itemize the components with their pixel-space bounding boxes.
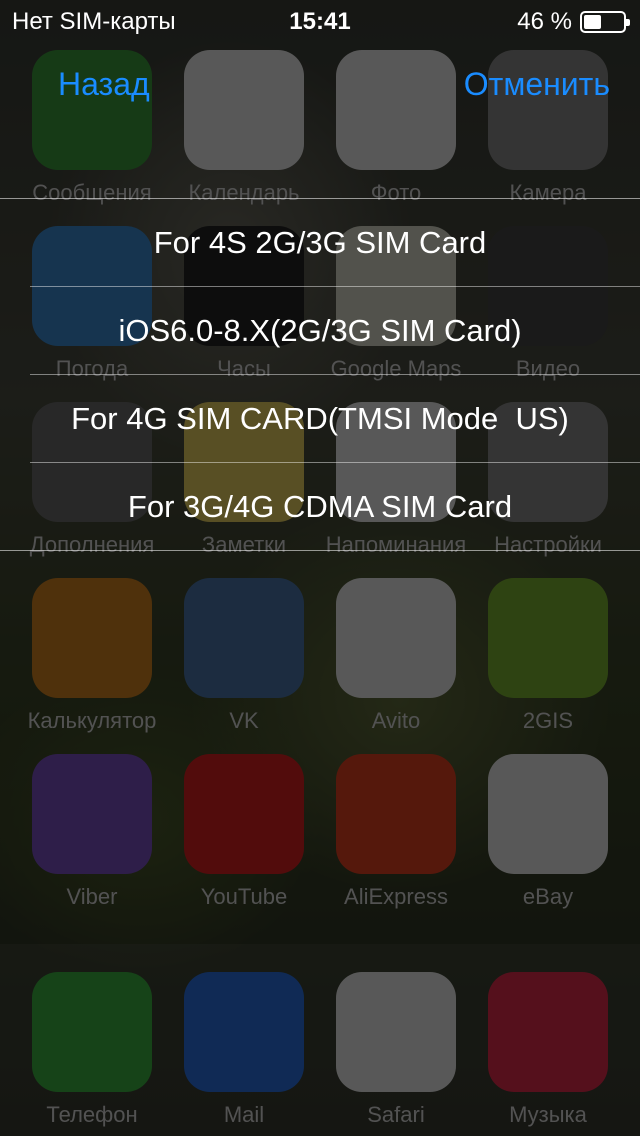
option-cdma[interactable]: For 3G/4G CDMA SIM Card: [0, 463, 640, 550]
sim-options-list: For 4S 2G/3G SIM Card iOS6.0-8.X(2G/3G S…: [0, 198, 640, 551]
divider: [0, 550, 640, 551]
back-button[interactable]: Назад: [58, 66, 150, 103]
option-4g-tmsi[interactable]: For 4G SIM CARD(TMSI Mode US): [0, 375, 640, 462]
dim-overlay: [0, 0, 640, 1136]
option-ios6-8[interactable]: iOS6.0-8.X(2G/3G SIM Card): [0, 287, 640, 374]
cancel-button[interactable]: Отменить: [464, 66, 610, 103]
battery-percent: 46 %: [517, 8, 572, 35]
battery-icon: [580, 11, 630, 33]
status-bar: Нет SIM-карты 15:41 46 %: [0, 0, 640, 40]
option-4s-2g3g[interactable]: For 4S 2G/3G SIM Card: [0, 199, 640, 286]
battery-fill: [584, 15, 601, 29]
